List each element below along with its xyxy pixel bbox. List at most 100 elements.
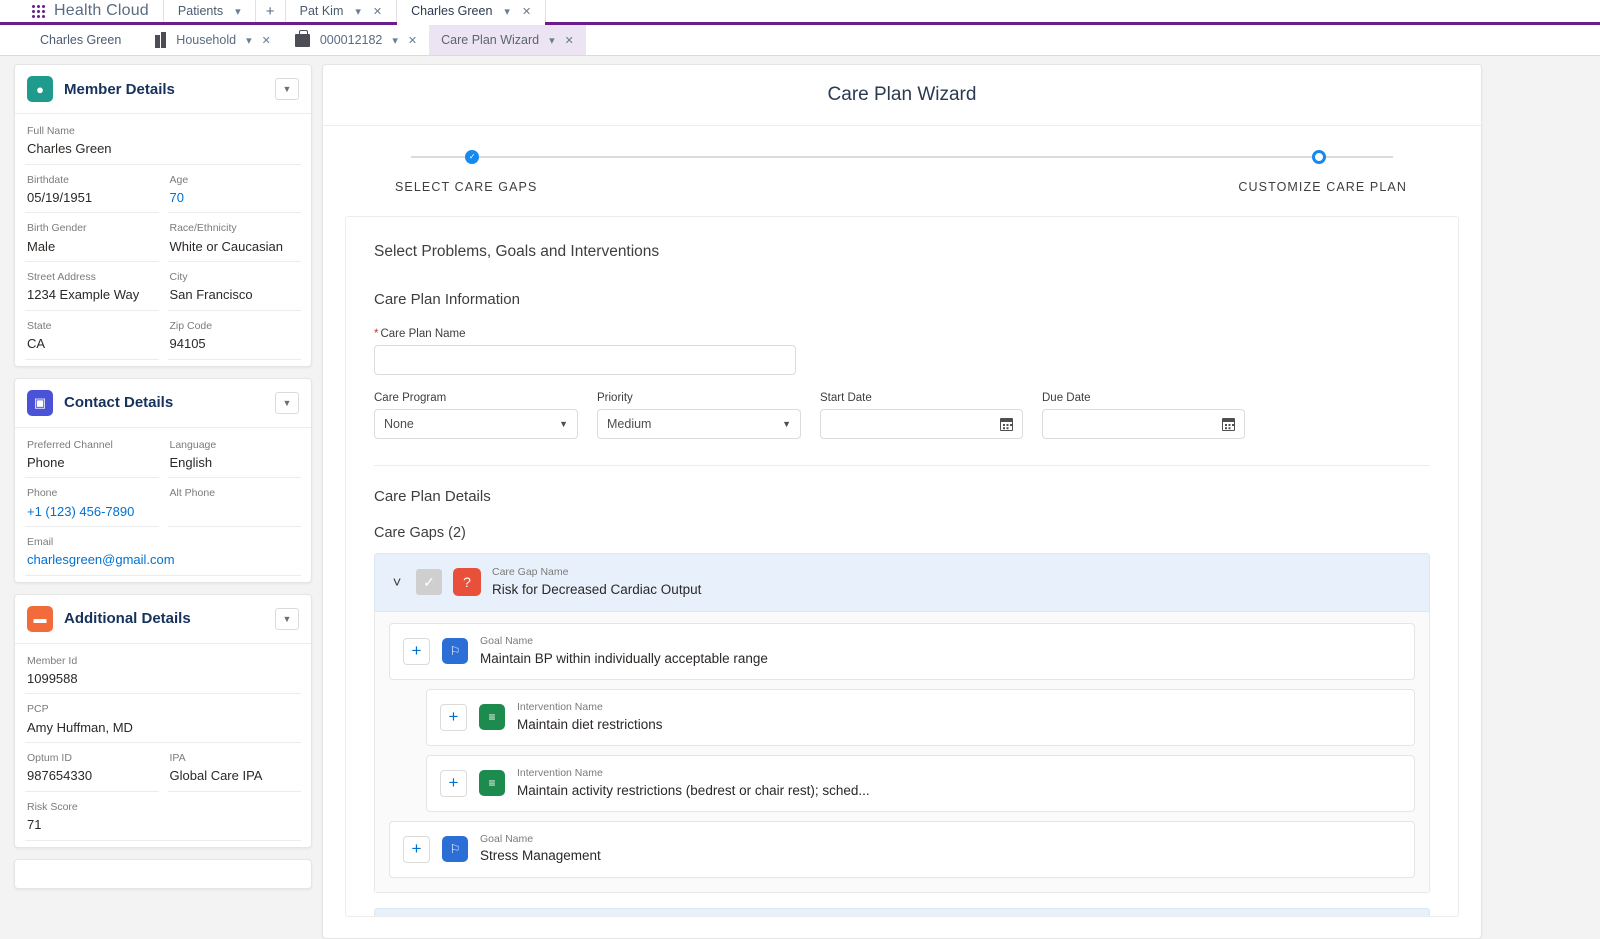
calendar-icon[interactable] [1222,417,1235,431]
intervention-text: Intervention Name Maintain activity rest… [517,766,870,801]
selected-value: None [384,417,414,431]
field-value[interactable]: charlesgreen@gmail.com [27,550,299,570]
goal-sub-label: Goal Name [480,832,534,845]
field-value: Global Care IPA [169,768,263,784]
field-label: Street Address [27,271,96,284]
start-date-input[interactable] [820,409,1023,439]
field-value: Charles Green [27,141,112,157]
field-row: Full Name Charles Green [25,116,301,165]
chevron-down-icon[interactable]: ▼ [275,607,299,630]
card-body: Preferred Channel Phone Language English… [15,428,311,582]
field-label: IPA [169,752,186,765]
chevron-down-icon[interactable]: ▾ [246,34,252,47]
field-birth-gender: Birth Gender Male [25,213,159,263]
field-language: Language English [167,430,301,479]
care-gap-checkbox[interactable]: ✓ [416,569,442,596]
app-launcher-waffle-icon[interactable] [32,4,45,18]
care-program-select[interactable]: None ▼ [374,409,578,439]
goal-row[interactable]: + ⚐ Goal Name Maintain BP within individ… [389,622,1415,680]
briefcase-icon: ▬ [27,605,53,632]
field-alt-phone: Alt Phone [167,478,301,528]
add-goal-button[interactable]: + [403,835,430,863]
chevron-down-icon[interactable]: ▾ [355,5,361,18]
chevron-down-icon[interactable]: ▼ [275,78,299,100]
chevron-down-icon[interactable]: ˅ [389,574,405,591]
field-value: San Francisco [169,287,253,303]
care-plan-attributes-row: Care Program None ▼ Priority Medium ▼ St… [374,392,1430,439]
calendar-icon[interactable] [1000,417,1013,431]
card-next-partial [14,858,312,889]
sub-tab-case-000012182[interactable]: 000012182 ▾ ✕ [283,25,429,55]
care-program-group: Care Program None ▼ [374,392,578,439]
field-zip-code: Zip Code 94105 [167,311,301,360]
new-tab-button[interactable]: + [256,0,286,22]
field-value[interactable]: +1 (123) 456-7890 [27,502,157,522]
close-icon[interactable]: ✕ [262,34,271,47]
global-tab-pat-kim[interactable]: Pat Kim ▾ ✕ [286,0,398,22]
close-icon[interactable]: ✕ [373,5,382,18]
intervention-row[interactable]: + ≡ Intervention Name Maintain diet rest… [426,688,1415,746]
intervention-row[interactable]: + ≡ Intervention Name Maintain activity … [426,754,1415,812]
label-text: Care Plan Name [380,328,466,340]
field-row: Email charlesgreen@gmail.com [25,527,301,576]
close-icon[interactable]: ✕ [565,34,574,47]
priority-label: Priority [597,392,633,404]
start-date-group: Start Date [820,392,1023,439]
chevron-down-icon[interactable]: ▾ [549,34,555,47]
add-intervention-button[interactable]: + [440,703,467,731]
field-value: English [169,454,213,470]
field-city: City San Francisco [167,262,301,311]
field-value: CA [27,336,46,352]
global-tab-patients[interactable]: Patients ▾ [164,0,256,22]
add-intervention-button[interactable]: + [440,769,467,797]
care-plan-name-input[interactable] [374,345,796,375]
global-tab-charles-green[interactable]: Charles Green ▾ ✕ [397,0,547,25]
wizard-progress: ✓ SELECT CARE GAPS CUSTOMIZE CARE PLAN [323,126,1481,202]
care-gap-next-partial[interactable] [374,907,1430,916]
field-full-name: Full Name Charles Green [25,116,301,165]
wizard-step-select-care-gaps[interactable]: ✓ SELECT CARE GAPS [395,150,543,194]
chevron-down-icon[interactable]: ▾ [392,34,398,47]
chevron-down-icon[interactable]: ▼ [275,391,299,414]
chevron-down-icon[interactable]: ▾ [235,5,241,18]
field-value: 94105 [169,336,206,352]
card-header: ● Member Details ▼ [15,65,311,114]
field-ipa: IPA Global Care IPA [167,743,301,792]
card-body: Full Name Charles Green Birthdate 05/19/… [15,114,311,366]
sub-tab-household[interactable]: Household ▾ ✕ [143,25,283,55]
chevron-down-icon[interactable]: ▾ [504,5,510,18]
card-body: Member Id 1099588 PCP Amy Huffman, MD Op… [15,644,311,847]
close-icon[interactable]: ✕ [408,34,417,47]
due-date-input[interactable] [1042,409,1245,439]
divider [374,465,1430,466]
field-member-id: Member Id 1099588 [25,646,301,695]
field-value: 71 [27,817,42,833]
wizard-step-customize-care-plan[interactable]: CUSTOMIZE CARE PLAN [1234,150,1406,194]
field-label: Member Id [27,654,78,667]
sub-tab-care-plan-wizard[interactable]: Care Plan Wizard ▾ ✕ [429,25,586,55]
card-title: Contact Details [64,394,174,412]
goal-flag-icon: ⚐ [442,638,468,665]
app-name[interactable]: Health Cloud [54,2,149,20]
care-gap-header-row[interactable]: ˅ ✓ ? Care Gap Name Risk for Decreased C… [374,553,1430,612]
field-row: Preferred Channel Phone Language English [25,430,301,479]
required-marker: * [374,328,379,340]
close-icon[interactable]: ✕ [522,5,531,18]
intervention-sub-label: Intervention Name [517,766,603,779]
intervention-checklist-icon: ≡ [479,704,505,731]
field-label: Race/Ethnicity [169,222,237,235]
care-plan-name-group: * Care Plan Name [374,328,1430,375]
add-goal-button[interactable]: + [403,637,430,665]
field-row: Risk Score 71 [25,792,301,841]
field-label: Birth Gender [27,222,87,235]
goal-row[interactable]: + ⚐ Goal Name Stress Management [389,820,1415,878]
care-plan-wizard-panel: Care Plan Wizard ✓ SELECT CARE GAPS CUST… [322,64,1482,939]
sub-tab-anchor[interactable]: Charles Green [0,25,143,55]
priority-select[interactable]: Medium ▼ [597,409,801,439]
field-value[interactable]: 70 [170,188,300,208]
brand-area: Health Cloud [0,0,164,22]
field-label: Language [169,438,217,451]
card-member-details: ● Member Details ▼ Full Name Charles Gre… [14,64,312,367]
care-program-label: Care Program [374,392,447,404]
card-title: Member Details [64,80,175,98]
